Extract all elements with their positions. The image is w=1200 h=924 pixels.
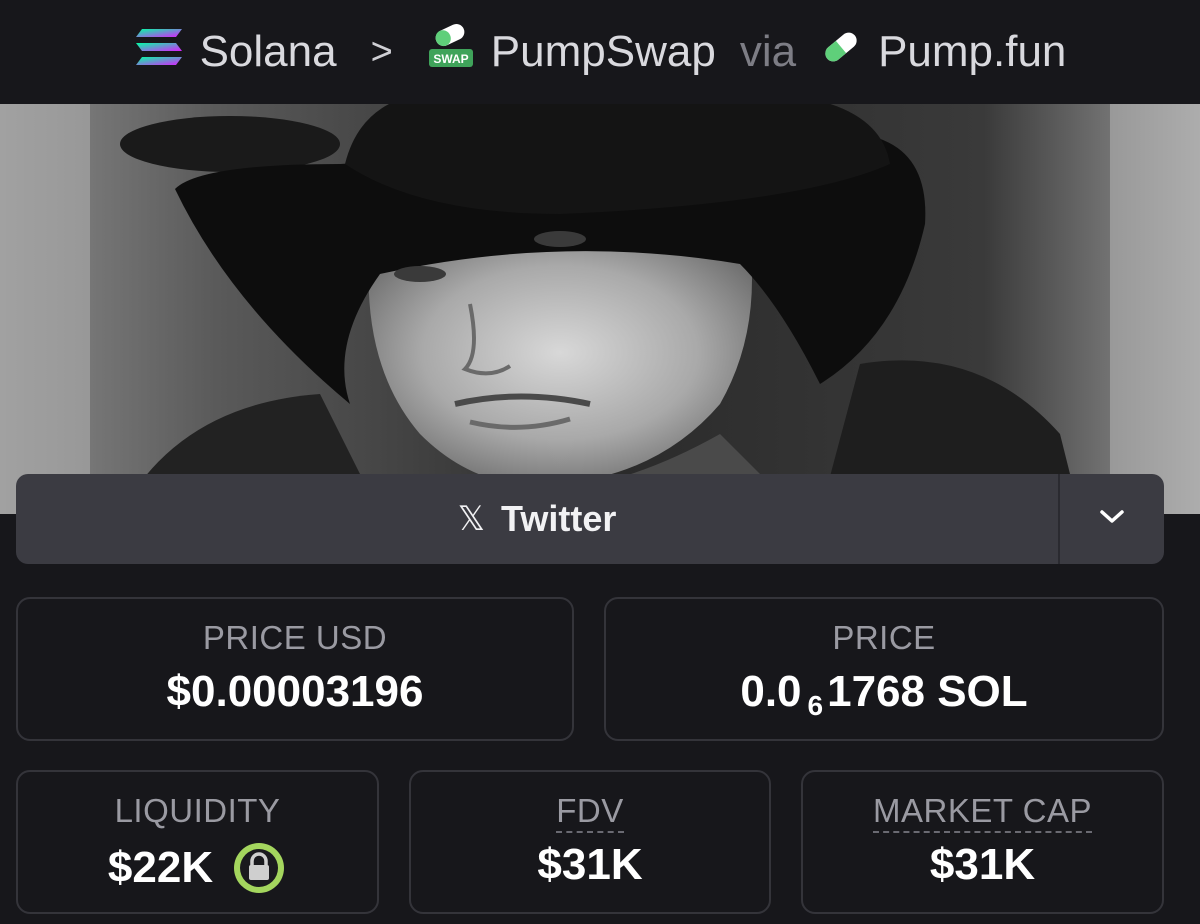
dex-label: PumpSwap [490,27,716,76]
market-cap-label[interactable]: MARKET CAP [873,792,1092,833]
price-native-card: PRICE 0.0 6 1768 SOL [604,597,1164,741]
x-logo-icon: 𝕏 [457,500,486,538]
fdv-card[interactable]: FDV $31K [409,770,771,914]
market-cap-value: $31K [929,840,1036,889]
liquidity-value: $22K [107,843,214,892]
breadcrumb: Solana > SWAP PumpSwap via Pump.fun [0,0,1200,104]
launchpad-label: Pump.fun [878,27,1067,76]
liquidity-value-row: $22K [18,840,377,896]
swap-badge-text: SWAP [433,52,468,66]
twitter-link-button[interactable]: 𝕏 Twitter [16,474,1058,564]
token-page: Solana > SWAP PumpSwap via Pump.fun 𝕏 Tw… [0,0,1200,924]
solana-logo-icon [134,27,184,78]
fdv-value: $31K [537,840,643,889]
price-native-prefix: 0.0 [740,667,802,716]
socials-dropdown-toggle[interactable] [1058,474,1164,564]
price-native-label: PRICE [832,619,936,656]
pumpswap-logo-icon: SWAP [427,23,475,82]
breadcrumb-separator: > [370,30,393,73]
liquidity-label: LIQUIDITY [114,792,281,829]
token-banner-image [0,104,1200,514]
market-cap-card[interactable]: MARKET CAP $31K [801,770,1164,914]
chain-link[interactable]: Solana [134,27,337,78]
twitter-label: Twitter [501,498,617,539]
liquidity-card: LIQUIDITY $22K [16,770,379,914]
price-usd-label: PRICE USD [202,619,388,656]
dex-link[interactable]: SWAP PumpSwap [427,23,716,82]
chevron-down-icon [1099,509,1125,530]
price-usd-value: $0.00003196 [166,667,424,716]
lock-icon[interactable] [231,840,287,896]
pill-icon [820,26,862,79]
social-link-bar: 𝕏 Twitter [16,474,1164,564]
via-text: via [739,27,797,76]
chain-label: Solana [199,27,337,76]
price-native-zero-count: 6 [807,690,824,721]
price-native-value: 0.0 6 1768 SOL [606,667,1162,721]
price-native-suffix: 1768 SOL [827,667,1028,716]
launchpad-link[interactable]: Pump.fun [820,26,1066,79]
fdv-label[interactable]: FDV [556,792,624,833]
price-usd-card: PRICE USD $0.00003196 [16,597,574,741]
